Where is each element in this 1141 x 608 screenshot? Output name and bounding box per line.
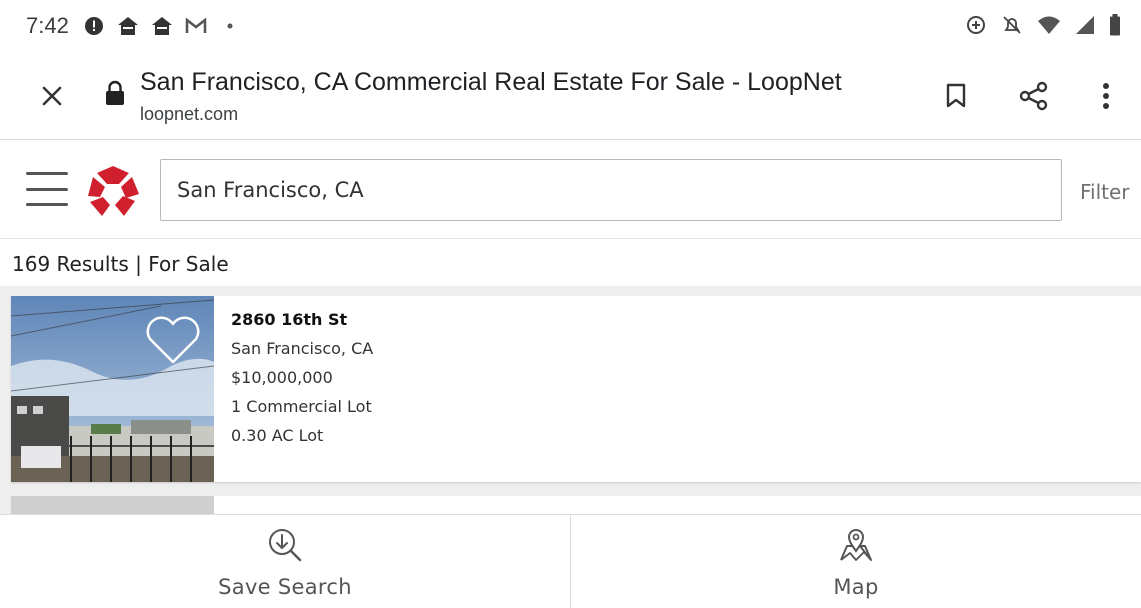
share-icon — [1019, 81, 1048, 111]
status-bar: 7:42 — [0, 0, 1141, 52]
battery-icon — [1109, 14, 1121, 40]
page-title: San Francisco, CA Commercial Real Estate… — [140, 68, 842, 96]
lock-icon — [104, 80, 126, 106]
browser-toolbar: San Francisco, CA Commercial Real Estate… — [0, 52, 1141, 140]
listing-lot-size: 0.30 AC Lot — [231, 426, 324, 445]
listing-price: $10,000,000 — [231, 368, 333, 387]
map-button[interactable]: Map — [570, 515, 1141, 608]
page-url[interactable]: loopnet.com — [140, 104, 238, 125]
menu-button[interactable] — [26, 172, 68, 206]
close-icon — [42, 86, 62, 106]
listing-photo[interactable] — [11, 496, 214, 514]
listing-address[interactable]: 2860 16th St — [231, 310, 373, 330]
bookmark-icon — [946, 83, 966, 108]
map-label: Map — [833, 575, 879, 599]
listing-info[interactable]: 2860 16th St San Francisco, CA $10,000,0… — [231, 310, 373, 446]
results-list[interactable]: 2860 16th St San Francisco, CA $10,000,0… — [0, 286, 1141, 514]
menu-bar — [26, 187, 68, 191]
save-search-button[interactable]: Save Search — [0, 515, 570, 608]
listing-card[interactable] — [11, 496, 1141, 514]
site-header: Filter — [0, 141, 1141, 239]
favorite-heart-icon[interactable] — [144, 314, 202, 366]
menu-bar — [26, 172, 68, 175]
mute-icon — [1001, 14, 1023, 40]
filter-button[interactable]: Filter — [1080, 180, 1130, 204]
bookmark-button[interactable] — [934, 74, 978, 118]
search-box[interactable] — [160, 159, 1062, 221]
listing-photo[interactable] — [11, 296, 214, 482]
listing-city: San Francisco, CA — [231, 339, 374, 358]
listing-type: 1 Commercial Lot — [231, 397, 372, 416]
wifi-icon — [1037, 15, 1061, 39]
more-options-button[interactable] — [1084, 74, 1128, 118]
results-count: 169 Results | For Sale — [12, 252, 229, 276]
home-icon — [117, 15, 139, 37]
more-vert-icon — [1103, 83, 1109, 109]
loopnet-logo[interactable] — [86, 165, 140, 217]
close-tab-button[interactable] — [32, 76, 72, 116]
share-button[interactable] — [1012, 74, 1056, 118]
data-saver-icon — [965, 14, 987, 40]
search-input[interactable] — [161, 160, 1061, 220]
home-icon — [151, 15, 173, 37]
menu-bar — [26, 203, 68, 206]
listing-card[interactable]: 2860 16th St San Francisco, CA $10,000,0… — [11, 296, 1141, 482]
gmail-icon — [185, 15, 207, 37]
save-search-label: Save Search — [218, 575, 352, 599]
bottom-action-bar: Save Search Map — [0, 514, 1141, 608]
status-time: 7:42 — [26, 13, 69, 38]
signal-icon — [1075, 15, 1095, 39]
map-icon — [840, 529, 872, 561]
dot-icon — [219, 15, 241, 37]
save-search-icon — [269, 529, 302, 562]
alert-icon — [83, 15, 105, 37]
